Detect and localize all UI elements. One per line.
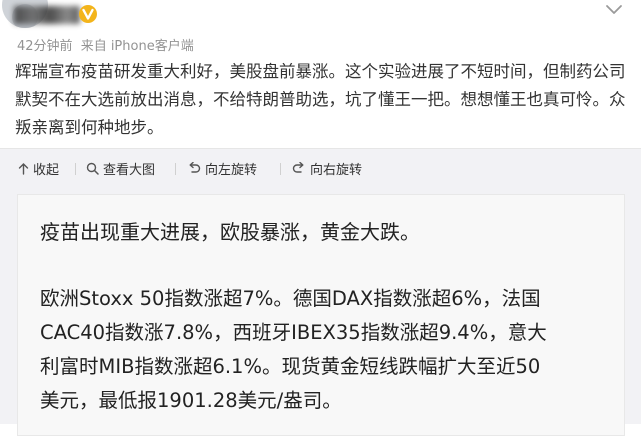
toolbar-divider bbox=[75, 163, 76, 175]
rotate-left-label: 向左旋转 bbox=[205, 162, 258, 178]
post-source: 来自 iPhone客户端 bbox=[80, 39, 194, 54]
collapse-label: 收起 bbox=[33, 162, 60, 178]
image-body-line: 美元，最低报1901.28美元/盎司。 bbox=[40, 389, 342, 412]
post-text: 辉瑞宣布疫苗研发重大利好，美股盘前暴涨。这个实验进展了不短时间，但制药公司默契不… bbox=[15, 62, 626, 137]
toolbar-divider bbox=[175, 163, 176, 175]
view-large-label: 查看大图 bbox=[103, 162, 156, 178]
image-body-line: CAC40指数涨7.8%，西班牙IBEX35指数涨超9.4%，意大 bbox=[40, 321, 547, 344]
verified-badge-icon bbox=[79, 5, 97, 23]
rotate-right-icon bbox=[292, 161, 304, 173]
image-headline: 疫苗出现重大进展，欧股暴涨，黄金大跌。 bbox=[40, 220, 420, 244]
magnifier-icon bbox=[86, 162, 99, 175]
post-meta: 42分钟前 来自 iPhone客户端 bbox=[17, 35, 194, 54]
news-image[interactable]: 疫苗出现重大进展，欧股暴涨，黄金大跌。 欧洲Stoxx 50指数涨超7%。德国D… bbox=[17, 194, 625, 436]
view-large-button[interactable]: 查看大图 bbox=[86, 149, 155, 187]
rotate-right-label: 向右旋转 bbox=[310, 162, 363, 178]
arrow-up-icon bbox=[18, 162, 29, 175]
image-body-line: 利富时MIB指数涨超6.1%。现货黄金短线跌幅扩大至近50 bbox=[40, 355, 541, 378]
rotate-left-button[interactable]: 向左旋转 bbox=[187, 149, 257, 187]
image-body-line: 欧洲Stoxx 50指数涨超7%。德国DAX指数涨超6%，法国 bbox=[40, 287, 541, 310]
image-panel: 疫苗出现重大进展，欧股暴涨，黄金大跌。 欧洲Stoxx 50指数涨超7%。德国D… bbox=[0, 186, 641, 436]
chevron-down-icon[interactable] bbox=[604, 2, 624, 18]
collapse-button[interactable]: 收起 bbox=[18, 149, 59, 187]
image-toolbar: 收起 查看大图 向左旋转 向右旋转 bbox=[0, 148, 641, 187]
rotate-left-icon bbox=[189, 161, 201, 173]
rotate-right-button[interactable]: 向右旋转 bbox=[292, 149, 362, 187]
post-time[interactable]: 42分钟前 bbox=[17, 39, 73, 54]
toolbar-divider bbox=[280, 163, 281, 175]
username-blurred[interactable] bbox=[14, 6, 80, 24]
